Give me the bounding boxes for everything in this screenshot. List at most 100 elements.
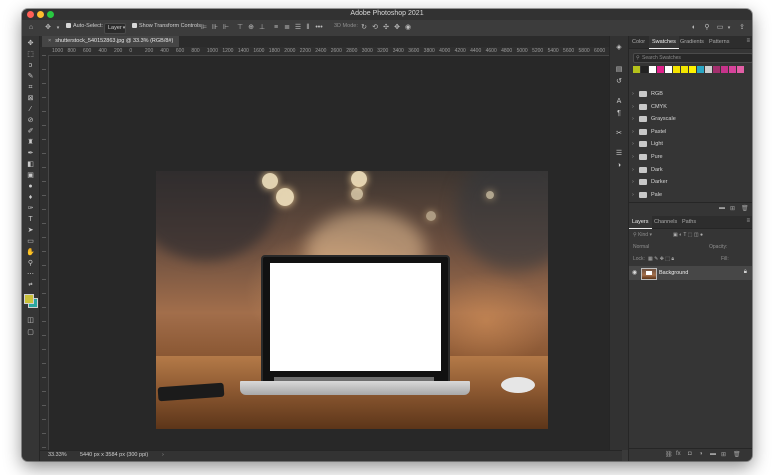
chevron-right-icon[interactable]: › — [632, 189, 634, 201]
rectangle-tool-icon[interactable]: ▭ — [25, 237, 36, 246]
quick-selection-tool-icon[interactable]: ✎ — [25, 72, 36, 81]
tab-paths[interactable]: Paths — [679, 216, 699, 228]
tab-swatches[interactable]: Swatches — [649, 36, 679, 49]
zoom-tool-icon[interactable]: ⚲ — [25, 259, 36, 268]
canvas-pasteboard[interactable] — [49, 56, 622, 450]
color-swatch[interactable] — [721, 66, 728, 73]
tab-layers[interactable]: Layers — [629, 216, 652, 229]
path-selection-tool-icon[interactable]: ➤ — [25, 226, 36, 235]
tab-color[interactable]: Color — [629, 36, 648, 48]
chevron-down-icon[interactable]: ▾ — [725, 24, 733, 32]
3d-scale-icon[interactable]: ◉ — [404, 24, 412, 32]
vertical-ruler[interactable] — [40, 55, 49, 452]
properties-icon[interactable]: ▤ — [615, 66, 623, 74]
styles-icon[interactable]: ◑ — [615, 162, 623, 170]
lock-icons[interactable]: ▦ ✎ ✥ ⬚ 🔒︎ — [648, 256, 674, 262]
close-tab-icon[interactable]: × — [48, 38, 51, 44]
align-middle-icon[interactable]: ⊕ — [247, 24, 255, 32]
move-tool-icon[interactable]: ✥ — [25, 39, 36, 48]
swatch-group-folder[interactable]: › Grayscale — [629, 113, 752, 125]
distribute-top-icon[interactable]: ≡ — [272, 24, 280, 32]
history-icon[interactable]: ↺ — [615, 78, 623, 86]
clone-stamp-tool-icon[interactable]: ♜ — [25, 138, 36, 147]
visibility-eye-icon[interactable]: ◉ — [632, 269, 637, 276]
move-tool-preset-icon[interactable]: ✥ — [44, 24, 52, 32]
3d-drag-icon[interactable]: ✣ — [382, 24, 390, 32]
chevron-right-icon[interactable]: › — [632, 101, 634, 113]
adjustment-layer-icon[interactable]: ◑ — [699, 451, 703, 457]
home-icon[interactable]: ⌂ — [27, 24, 35, 32]
screen-mode-icon[interactable]: ▢ — [25, 328, 36, 337]
color-swatch[interactable] — [729, 66, 736, 73]
tab-patterns[interactable]: Patterns — [706, 36, 732, 48]
brushes-icon[interactable]: ✂ — [615, 130, 623, 138]
gradient-tool-icon[interactable]: ▣ — [25, 171, 36, 180]
delete-swatch-icon[interactable]: 🗑︎ — [741, 205, 749, 212]
swatch-group-folder[interactable]: › Pale — [629, 189, 752, 201]
chevron-right-icon[interactable]: › — [632, 126, 634, 138]
eraser-tool-icon[interactable]: ◧ — [25, 160, 36, 169]
swap-colors-icon[interactable]: ⇄ — [25, 281, 36, 290]
adjustments-icon[interactable]: ☰ — [615, 150, 623, 158]
discover-icon[interactable]: ◐ — [690, 24, 698, 32]
document-tab[interactable]: × shutterstock_540152863.jpg @ 33.3% (RGB… — [42, 36, 180, 47]
layer-filter-icons[interactable]: ▣ ◐ T ⬚ ◫ ● — [673, 232, 703, 238]
more-options-icon[interactable]: ••• — [315, 24, 323, 32]
zoom-level[interactable]: 33.33% — [48, 452, 67, 458]
blend-mode-dropdown[interactable]: Normal — [633, 244, 649, 250]
align-bottom-icon[interactable]: ⊥ — [258, 24, 266, 32]
libraries-icon[interactable]: ◈ — [615, 44, 623, 52]
color-swatch[interactable] — [697, 66, 704, 73]
layer-name[interactable]: Background — [659, 270, 688, 276]
kind-filter-dropdown[interactable]: ⚲ Kind ▾ — [633, 232, 652, 238]
swatch-group-folder[interactable]: › Light — [629, 138, 752, 150]
layer-style-icon[interactable]: fx — [676, 451, 681, 457]
search-icon[interactable]: ⚲ — [703, 24, 711, 32]
blur-tool-icon[interactable]: ● — [25, 182, 36, 191]
align-top-icon[interactable]: ⊤ — [236, 24, 244, 32]
new-group-icon[interactable]: ▬ — [719, 205, 725, 211]
add-mask-icon[interactable]: ◘ — [688, 451, 692, 457]
lock-icon[interactable]: 🔒︎ — [744, 269, 747, 276]
distribute-left-icon[interactable]: ⫴ — [304, 24, 312, 32]
tab-channels[interactable]: Channels — [651, 216, 680, 228]
pen-tool-icon[interactable]: ✑ — [25, 204, 36, 213]
color-swatch[interactable] — [649, 66, 656, 73]
quick-mask-icon[interactable]: ◫ — [25, 316, 36, 325]
swatch-group-folder[interactable]: › RGB — [629, 88, 752, 100]
show-transform-checkbox[interactable]: Show Transform Controls — [132, 23, 201, 29]
crop-tool-icon[interactable]: ⌗ — [25, 83, 36, 92]
workspace-icon[interactable]: ▭ — [716, 24, 724, 32]
brush-tool-icon[interactable]: ✐ — [25, 127, 36, 136]
color-swatch[interactable] — [641, 66, 648, 73]
healing-brush-tool-icon[interactable]: ⊘ — [25, 116, 36, 125]
align-center-icon[interactable]: ⊪ — [211, 24, 219, 32]
marquee-tool-icon[interactable]: ⬚ — [25, 50, 36, 59]
delete-layer-icon[interactable]: 🗑︎ — [733, 451, 741, 458]
color-swatch[interactable] — [681, 66, 688, 73]
3d-roll-icon[interactable]: ⟲ — [371, 24, 379, 32]
panel-menu-icon[interactable]: ≡ — [746, 218, 750, 224]
auto-select-checkbox[interactable]: Auto-Select: — [66, 23, 103, 29]
more-tools-icon[interactable]: ⋯ — [25, 270, 36, 279]
color-swatch[interactable] — [673, 66, 680, 73]
chevron-right-icon[interactable]: › — [632, 176, 634, 188]
lasso-tool-icon[interactable]: ↄ — [25, 61, 36, 70]
distribute-middle-icon[interactable]: ≣ — [283, 24, 291, 32]
history-brush-tool-icon[interactable]: ✒ — [25, 149, 36, 158]
chevron-right-icon[interactable]: › — [632, 164, 634, 176]
new-group-icon[interactable]: ▬ — [710, 451, 716, 457]
chevron-right-icon[interactable]: › — [632, 138, 634, 150]
color-swatch[interactable] — [713, 66, 720, 73]
swatch-group-folder[interactable]: › Pastel — [629, 126, 752, 138]
type-tool-icon[interactable]: T — [25, 215, 36, 224]
swatch-group-folder[interactable]: › Dark — [629, 164, 752, 176]
document-image[interactable] — [156, 171, 548, 429]
paragraph-icon[interactable]: ¶ — [615, 110, 623, 118]
chevron-right-icon[interactable]: › — [632, 151, 634, 163]
3d-slide-icon[interactable]: ✥ — [393, 24, 401, 32]
foreground-color-swatch[interactable] — [24, 294, 34, 304]
distribute-bottom-icon[interactable]: ☰ — [294, 24, 302, 32]
link-layers-icon[interactable]: ⛓︎ — [665, 451, 673, 458]
align-left-icon[interactable]: ⊫ — [200, 24, 208, 32]
